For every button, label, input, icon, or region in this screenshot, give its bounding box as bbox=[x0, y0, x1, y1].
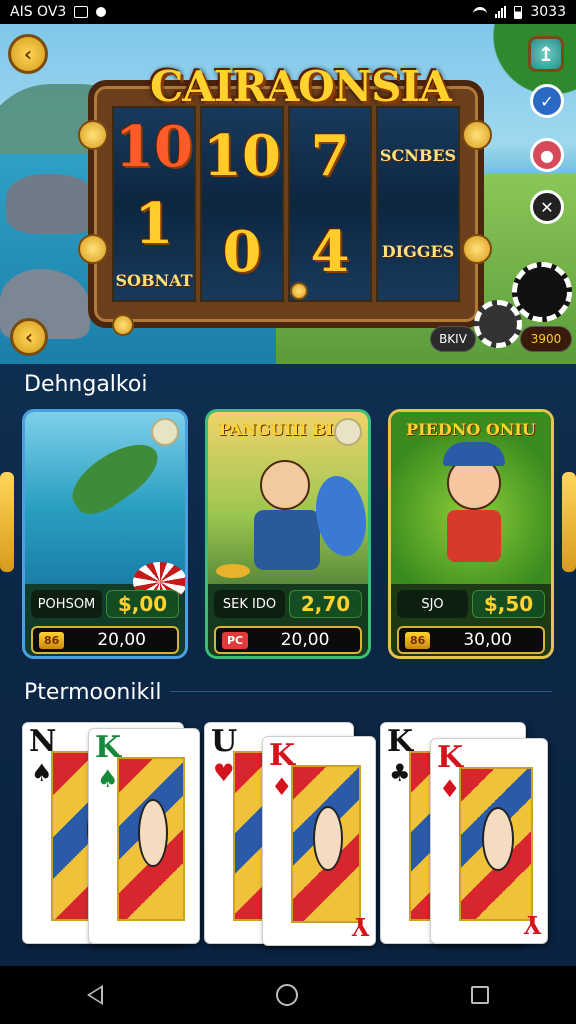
reel-2: 10 0 bbox=[200, 106, 284, 302]
coin-icon bbox=[112, 314, 134, 336]
reel-symbol-label: SCNBES bbox=[379, 146, 457, 165]
bet-amount: 20,00 bbox=[280, 630, 330, 650]
reel-symbol: 1 bbox=[134, 190, 174, 257]
hero-banner: ‹ ‹ ↥ 10 1 SOBNAT 10 0 7 4 SCNBES DIGGES… bbox=[0, 24, 576, 364]
game-caption: PIEDNO ONIU bbox=[406, 420, 536, 439]
location-icon bbox=[96, 7, 107, 17]
nav-home-icon[interactable] bbox=[275, 984, 298, 1006]
slot-reels: 10 1 SOBNAT 10 0 7 4 SCNBES DIGGES bbox=[112, 106, 460, 302]
card-face-art bbox=[117, 757, 185, 921]
coin-icon bbox=[290, 282, 308, 300]
spade-icon: ♠ bbox=[97, 765, 119, 793]
game-label: SEK IDO bbox=[214, 590, 285, 618]
playing-card[interactable]: K ♠ bbox=[88, 728, 200, 944]
bet-badge: 86 bbox=[405, 631, 431, 649]
slot-machine-frame: 10 1 SOBNAT 10 0 7 4 SCNBES DIGGES bbox=[88, 80, 484, 328]
app-root: AIS OV3 3033 ‹ ‹ ↥ 10 1 SOBNAT 10 0 7 4 … bbox=[0, 0, 576, 1024]
reel-symbol-label: SOBNAT bbox=[115, 271, 193, 291]
reel-1: 10 1 SOBNAT bbox=[112, 106, 196, 302]
status-bar: AIS OV3 3033 bbox=[0, 0, 576, 24]
card-face-art bbox=[291, 765, 361, 923]
back-button[interactable]: ‹ bbox=[8, 34, 48, 74]
carrier-label: AIS OV3 bbox=[10, 4, 67, 20]
game-value: 2,70 bbox=[289, 590, 362, 618]
coin-icon bbox=[462, 120, 492, 150]
reel-3: 7 4 bbox=[288, 106, 372, 302]
game-bet[interactable]: PC 20,00 bbox=[214, 626, 362, 654]
reel-symbol: 10 bbox=[203, 123, 281, 189]
nav-back-icon[interactable] bbox=[86, 985, 103, 1005]
chip-button[interactable]: ✓ bbox=[530, 84, 564, 118]
game-value: $,00 bbox=[106, 590, 179, 618]
game-value: $,50 bbox=[472, 590, 545, 618]
heart-icon: ♥ bbox=[213, 759, 235, 787]
wifi-icon bbox=[473, 7, 488, 17]
signal-icon bbox=[495, 6, 507, 18]
game-bet[interactable]: 86 20,00 bbox=[31, 626, 179, 654]
chip-button[interactable]: ✕ bbox=[530, 190, 564, 224]
bet-badge: PC bbox=[222, 631, 249, 649]
card-rank-bottom: Y bbox=[523, 910, 541, 939]
clock: 3033 bbox=[530, 4, 566, 20]
card-rank-bottom: Y bbox=[351, 912, 369, 941]
scroll-right-handle[interactable] bbox=[562, 472, 576, 572]
chip-button[interactable]: ● bbox=[530, 138, 564, 172]
chip-icon bbox=[512, 262, 572, 322]
battery-icon bbox=[514, 5, 523, 19]
system-nav-bar bbox=[0, 966, 576, 1024]
reel-symbol: 10 bbox=[115, 113, 193, 180]
chevron-left-icon: ‹ bbox=[24, 325, 34, 349]
balance-value: 3900 bbox=[520, 326, 572, 352]
reel-symbol: 4 bbox=[310, 219, 350, 285]
game-stats: SEK IDO 2,70 bbox=[214, 590, 362, 618]
reel-symbol: 0 bbox=[222, 219, 262, 285]
chip-icon bbox=[474, 300, 522, 348]
game-label: SJO bbox=[397, 590, 468, 618]
game-label: POHSOM bbox=[31, 590, 102, 618]
game-bet[interactable]: 86 30,00 bbox=[397, 626, 545, 654]
balance-label: BKIV bbox=[430, 326, 476, 352]
game-stats: POHSOM $,00 bbox=[31, 590, 179, 618]
section-title: Dehngalkoi bbox=[24, 372, 148, 397]
card-face-art bbox=[459, 767, 533, 921]
playing-card[interactable]: K ♦ Y bbox=[262, 736, 376, 946]
rock-art bbox=[6, 174, 101, 234]
club-icon: ♣ bbox=[389, 759, 411, 787]
settings-icon[interactable] bbox=[151, 418, 179, 446]
bet-badge: 86 bbox=[39, 631, 65, 649]
game-card[interactable]: POHSOM $,00 86 20,00 bbox=[22, 409, 188, 659]
section-divider bbox=[170, 691, 552, 692]
scroll-left-handle[interactable] bbox=[0, 472, 14, 572]
nav-recents-icon[interactable] bbox=[471, 986, 490, 1004]
chevron-left-icon: ‹ bbox=[23, 42, 33, 66]
spade-icon: ♠ bbox=[31, 759, 53, 787]
game-card[interactable]: PANGUIII BIAS SEK IDO 2,70 PC 20,00 bbox=[205, 409, 371, 659]
prev-button[interactable]: ‹ bbox=[10, 318, 48, 356]
diamond-icon: ♦ bbox=[439, 775, 461, 803]
reel-symbol-label: DIGGES bbox=[381, 242, 455, 261]
coin-icon bbox=[462, 234, 492, 264]
playing-card[interactable]: K ♦ Y bbox=[430, 738, 548, 944]
section-title: Ptermoonikil bbox=[24, 680, 162, 705]
game-title: CAIRAONSIA bbox=[150, 62, 452, 111]
bet-amount: 20,00 bbox=[97, 630, 146, 650]
reel-symbol: 7 bbox=[310, 123, 350, 189]
reel-4: SCNBES DIGGES bbox=[376, 106, 460, 302]
menu-button[interactable]: ↥ bbox=[528, 36, 564, 72]
coin-icon bbox=[78, 234, 108, 264]
badge-icon: ↥ bbox=[537, 42, 555, 66]
coin-icon bbox=[78, 120, 108, 150]
notification-icon bbox=[74, 6, 89, 18]
game-card[interactable]: PIEDNO ONIU SJO $,50 86 30,00 bbox=[388, 409, 554, 659]
bet-amount: 30,00 bbox=[463, 630, 512, 650]
diamond-icon: ♦ bbox=[271, 773, 293, 801]
settings-icon[interactable] bbox=[334, 418, 362, 446]
game-stats: SJO $,50 bbox=[397, 590, 545, 618]
